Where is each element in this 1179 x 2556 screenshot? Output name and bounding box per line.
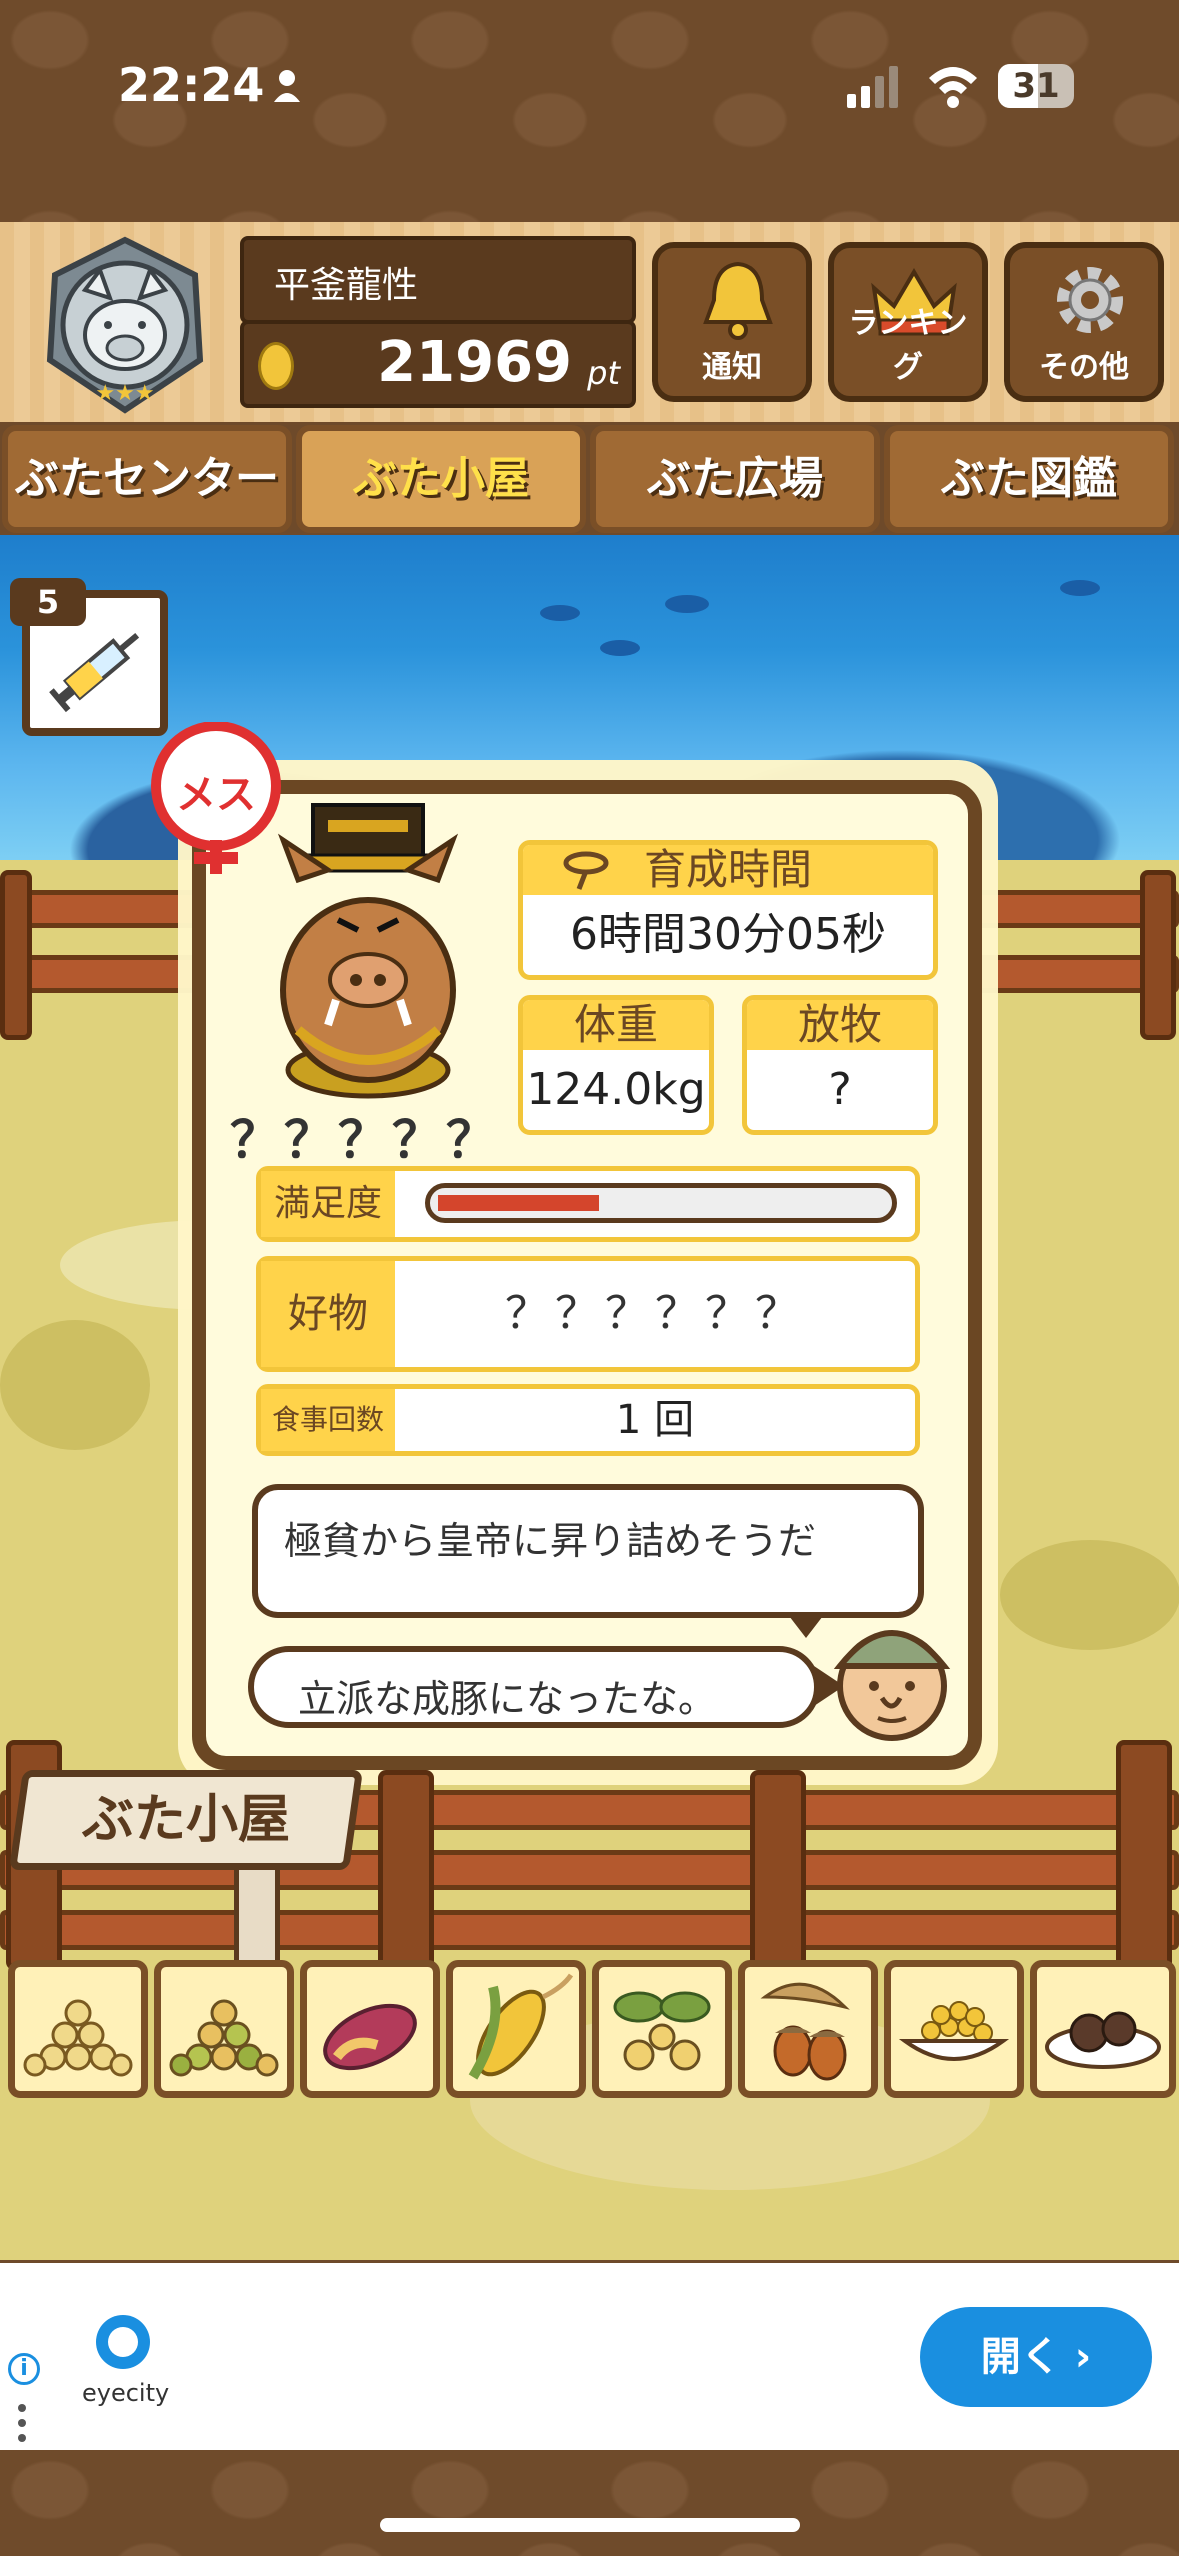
ad-brand: eyecity: [82, 2379, 170, 2407]
ad-menu-icon[interactable]: [18, 2403, 26, 2443]
growth-time-label: 育成時間: [643, 845, 812, 894]
farmer-icon: [822, 1606, 962, 1746]
timer-icon: [563, 851, 609, 890]
fish-icon: [600, 640, 640, 656]
graze-box: 放牧 ?: [742, 995, 938, 1135]
pig-name: ？？？？？: [230, 1111, 500, 1169]
fish-icon: [540, 605, 580, 621]
corn-icon: [468, 1973, 574, 2080]
other-button[interactable]: その他: [1004, 242, 1164, 402]
person-icon: [272, 68, 302, 102]
avatar[interactable]: ★★★: [30, 230, 220, 420]
meals-row: 食事回数 1 回: [256, 1384, 920, 1456]
growth-time-value: 6時間30分05秒: [570, 909, 886, 960]
acorn-icon: [760, 1982, 850, 2081]
food-slot-mixed-beans[interactable]: [154, 1960, 294, 2098]
satisfaction-label: 満足度: [261, 1171, 395, 1237]
other-label: その他: [1039, 350, 1129, 385]
food-slot-truffle-plate[interactable]: [1030, 1960, 1176, 2098]
fish-icon: [1060, 580, 1100, 596]
mixed-beans-icon: [169, 1999, 279, 2077]
svg-text:★★★: ★★★: [95, 381, 154, 406]
user-name: 平釜龍性: [274, 265, 419, 306]
weight-box: 体重 124.0kg: [518, 995, 714, 1135]
food-slot-grain-bowl[interactable]: [884, 1960, 1024, 2098]
fence-post: [750, 1770, 806, 1970]
gear-icon: [1057, 267, 1123, 333]
user-name-box: 平釜龍性: [240, 236, 636, 324]
battery-level: 31: [1012, 66, 1060, 106]
ad-info-icon[interactable]: i: [8, 2353, 40, 2385]
food-slot-sweet-potato[interactable]: [300, 1960, 440, 2098]
ground-patch: [1000, 1540, 1179, 1650]
status-time: 22:24: [118, 58, 265, 112]
ad-open-button[interactable]: 開く ›: [920, 2307, 1152, 2407]
signal-icon: [845, 64, 905, 108]
notification-label: 通知: [702, 350, 762, 385]
grain-bowl-icon: [898, 2001, 1010, 2061]
meals-label: 食事回数: [261, 1389, 395, 1451]
points-box: 21969 pt: [240, 320, 636, 408]
syringe-icon: [49, 632, 140, 713]
pig-comment-bubble: 極貧から皇帝に昇り詰めそうだ: [252, 1484, 924, 1618]
wifi-icon: [925, 62, 981, 108]
bubble-tail: [786, 1612, 826, 1638]
tab-buta-center[interactable]: ぶたセンター: [2, 425, 292, 533]
ground-patch: [0, 1320, 150, 1450]
battery-icon: 31: [998, 64, 1074, 108]
growth-time-box: 育成時間 6時間30分05秒: [518, 840, 938, 980]
weight-value: 124.0kg: [526, 1064, 706, 1115]
notification-button[interactable]: 通知: [652, 242, 812, 402]
home-indicator[interactable]: [380, 2518, 800, 2532]
favorite-value: ？？？？？？: [505, 1288, 805, 1339]
food-slot-nuts-leaf[interactable]: [592, 1960, 732, 2098]
favorite-label: 好物: [261, 1261, 395, 1367]
points-value: 21969: [377, 330, 572, 395]
fence-post: [1140, 870, 1176, 1040]
farmer-comment: 立派な成豚になったな。: [298, 1677, 717, 1721]
meals-value: 1 回: [615, 1397, 695, 1443]
chevron-right-icon: ›: [1074, 2334, 1092, 2380]
sign-label: ぶた小屋: [81, 1790, 290, 1850]
food-slot-acorn[interactable]: [738, 1960, 878, 2098]
eyecity-logo-icon: [96, 2315, 150, 2369]
weight-label: 体重: [523, 1000, 709, 1050]
ranking-button[interactable]: ランキング: [828, 242, 988, 402]
points-unit: pt: [587, 354, 620, 392]
fence-rail: [0, 1910, 1179, 1950]
pig-comment: 極貧から皇帝に昇り詰めそうだ: [284, 1519, 817, 1563]
farmer-comment-bubble: 立派な成豚になったな。: [248, 1646, 820, 1728]
graze-label: 放牧: [747, 1000, 933, 1050]
truffle-plate-icon: [1045, 2011, 1161, 2069]
item-count: 5: [10, 578, 86, 626]
sign-board: ぶた小屋: [8, 1770, 364, 1870]
food-slot-corn[interactable]: [446, 1960, 586, 2098]
fence-post: [378, 1770, 434, 1970]
satisfaction-row: 満足度: [256, 1166, 920, 1242]
favorite-row: 好物 ？？？？？？: [256, 1256, 920, 1372]
ranking-label: ランキング: [848, 306, 968, 385]
pig-character[interactable]: [258, 800, 478, 1100]
sign-post: [234, 1860, 280, 1970]
satisfaction-meter: [425, 1183, 897, 1223]
fence-post: [1116, 1740, 1172, 1970]
ad-open-label: 開く: [980, 2334, 1061, 2380]
graze-value: ?: [828, 1064, 852, 1115]
tab-buta-zukan[interactable]: ぶた図鑑: [884, 425, 1174, 533]
food-slot-soybeans[interactable]: [8, 1960, 148, 2098]
soybeans-icon: [23, 1999, 133, 2077]
tab-buta-hiroba[interactable]: ぶた広場: [590, 425, 880, 533]
fence-post: [0, 870, 32, 1040]
satisfaction-fill: [438, 1195, 599, 1211]
ad-banner[interactable]: i eyecity 開く ›: [0, 2263, 1179, 2450]
bottom-wallpaper: [0, 2450, 1179, 2556]
fish-icon: [665, 595, 709, 613]
bell-icon: [703, 261, 773, 340]
sweet-potato-icon: [323, 2003, 417, 2071]
tab-buta-koya[interactable]: ぶた小屋: [296, 425, 586, 533]
coin-icon: [258, 342, 294, 390]
nuts-leaf-icon: [613, 1991, 711, 2071]
